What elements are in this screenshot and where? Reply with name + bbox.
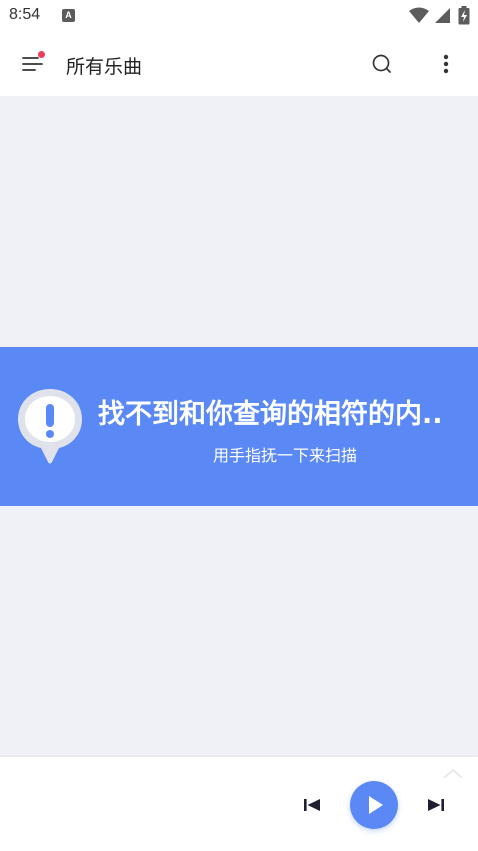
a-icon-letter: A [65, 10, 72, 20]
play-button[interactable] [350, 781, 398, 829]
menu-button[interactable] [14, 44, 54, 84]
empty-state-title: 找不到和你查询的相符的内.. [98, 399, 443, 430]
search-button[interactable] [366, 48, 398, 80]
signal-icon [435, 8, 450, 23]
skip-previous-icon [304, 799, 320, 811]
more-vert-icon [443, 54, 449, 74]
status-bar: 8:54 A [0, 0, 478, 32]
battery-icon [458, 6, 470, 25]
app-bar: 所有乐曲 [0, 32, 478, 96]
menu-icon [22, 57, 43, 71]
search-icon [372, 54, 391, 73]
mini-player[interactable] [0, 757, 478, 851]
play-icon [369, 796, 383, 814]
page-title: 所有乐曲 [66, 56, 143, 78]
skip-next-icon [428, 799, 444, 811]
wifi-icon [409, 7, 429, 23]
next-track-button[interactable] [422, 791, 450, 819]
a-icon: A [62, 9, 75, 22]
empty-state-banner[interactable]: 找不到和你查询的相符的内.. 用手指抚一下来扫描 [0, 347, 478, 506]
chevron-up-icon[interactable] [443, 767, 463, 779]
more-options-button[interactable] [430, 48, 462, 80]
previous-track-button[interactable] [298, 791, 326, 819]
status-time: 8:54 [9, 6, 41, 23]
empty-state-subtitle: 用手指抚一下来扫描 [212, 446, 357, 465]
menu-badge-dot [38, 51, 45, 58]
